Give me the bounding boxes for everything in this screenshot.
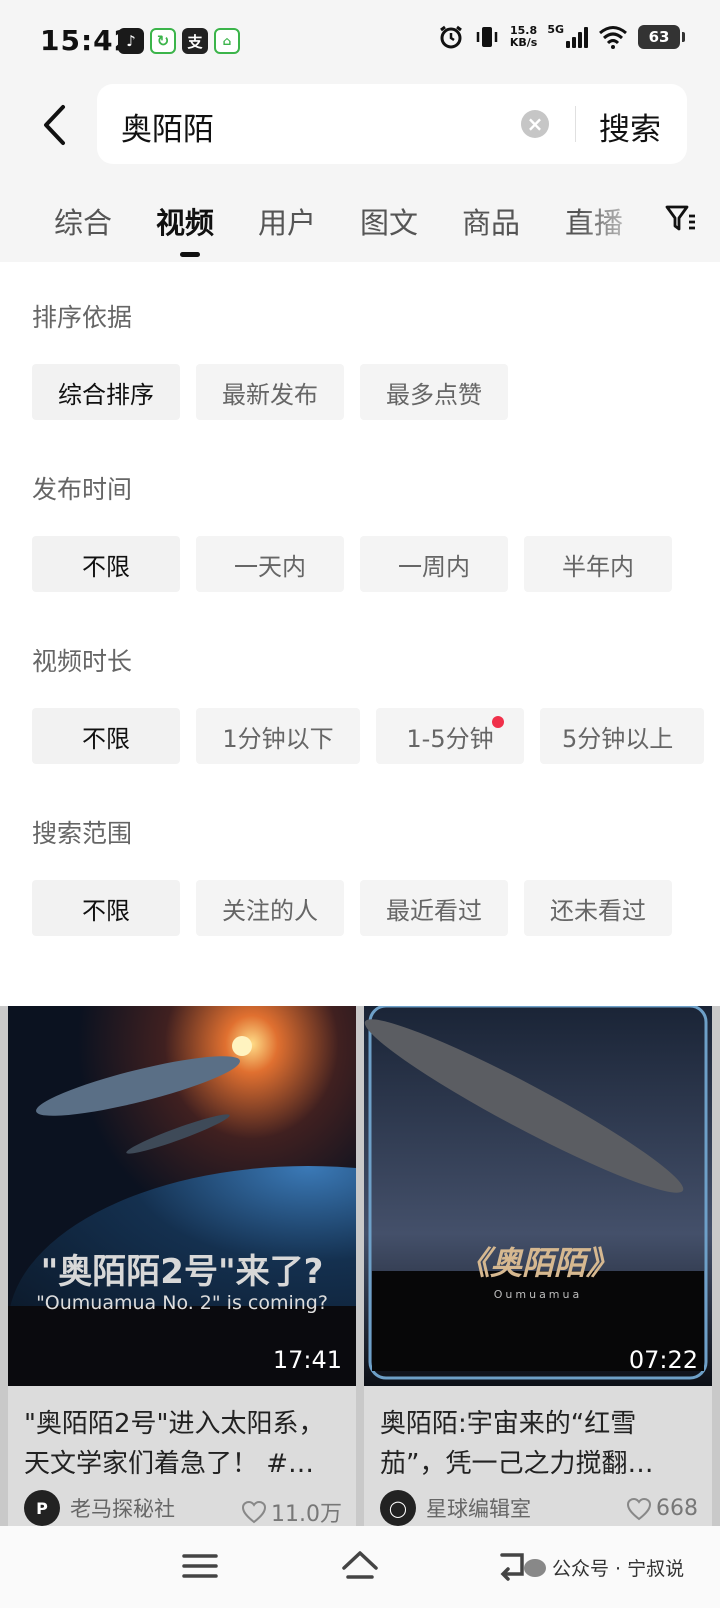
video-thumbnail[interactable]: "奥陌陌2号"来了? "Oumuamua No. 2" is coming? 1…: [8, 1006, 356, 1386]
tab-posts[interactable]: 图文: [360, 200, 418, 242]
back-arrow-icon: [44, 105, 65, 145]
vibrate-icon: [476, 27, 498, 47]
video-author[interactable]: P 老马探秘社: [24, 1490, 175, 1526]
search-query: 奥陌陌: [121, 112, 214, 148]
tab-comprehensive[interactable]: 综合: [54, 200, 112, 242]
tab-users[interactable]: 用户: [258, 200, 316, 242]
status-app-icons: ♪ ↻ 支 ⌂: [118, 28, 240, 54]
video-author[interactable]: ◯ 星球编辑室: [380, 1490, 531, 1526]
video-results: "奥陌陌2号"来了? "Oumuamua No. 2" is coming? 1…: [0, 1006, 720, 1526]
video-title[interactable]: 奥陌陌:宇宙来的“红雪茄”，凭一己之力搅翻…: [380, 1404, 696, 1484]
alarm-icon: [439, 25, 462, 49]
scope-title: 搜索范围: [32, 819, 133, 848]
system-nav-bar: 公众号 · 宁叔说: [0, 1526, 720, 1608]
author-avatar: P: [24, 1490, 60, 1526]
search-divider: [575, 106, 576, 142]
status-right: 15.8 KB/s 5G 63: [438, 22, 685, 50]
watermark: 公众号 · 宁叔说: [524, 1554, 684, 1581]
video-thumbnail[interactable]: 《奥陌陌》 Oumuamua 07:22: [364, 1006, 712, 1386]
sort-option-comprehensive[interactable]: 综合排序: [32, 364, 180, 420]
publish-time-title: 发布时间: [32, 475, 133, 504]
battery-indicator: 63: [638, 25, 685, 49]
author-name: 星球编辑室: [426, 1497, 531, 1521]
author-avatar: ◯: [380, 1490, 416, 1526]
scope-options: 不限 关注的人 最近看过 还未看过: [32, 880, 720, 936]
signal-icon: [566, 26, 588, 48]
alipay-app-icon: 支: [182, 28, 208, 54]
active-tab-indicator: [180, 252, 200, 257]
author-name: 老马探秘社: [70, 1497, 175, 1521]
scope-option-recently-viewed[interactable]: 最近看过: [360, 880, 508, 936]
recycle-app-icon: ↻: [150, 28, 176, 54]
wechat-icon: [524, 1558, 546, 1577]
duration-option-over-5min[interactable]: 5分钟以上: [540, 708, 704, 764]
status-bar: 15:42 ♪ ↻ 支 ⌂ 15.8 KB/s 5G 63: [0, 0, 720, 84]
like-count[interactable]: 11.0万: [241, 1496, 342, 1526]
like-count[interactable]: 668: [626, 1496, 698, 1521]
duration-option-1-5min-wrap: 1-5分钟: [376, 708, 524, 764]
search-row: 奥陌陌 × 搜索: [0, 84, 720, 172]
duration-options: 不限 1分钟以下 1-5分钟 5分钟以上: [32, 708, 720, 764]
clear-search-button[interactable]: ×: [521, 110, 549, 138]
home-icon[interactable]: [338, 1546, 382, 1586]
tab-video[interactable]: 视频: [156, 200, 214, 242]
thumbnail-subline: Oumuamua: [493, 1288, 583, 1301]
video-card[interactable]: "奥陌陌2号"来了? "Oumuamua No. 2" is coming? 1…: [8, 1006, 356, 1526]
time-option-any[interactable]: 不限: [32, 536, 180, 592]
video-card[interactable]: 《奥陌陌》 Oumuamua 07:22 奥陌陌:宇宙来的“红雪茄”，凭一己之力…: [364, 1006, 712, 1526]
search-button[interactable]: 搜索: [599, 104, 661, 149]
video-duration: 17:41: [272, 1346, 342, 1374]
thumbnail-subline: "Oumuamua No. 2" is coming?: [36, 1292, 328, 1314]
menu-icon[interactable]: [178, 1546, 222, 1586]
wifi-icon: [599, 26, 627, 49]
back-button[interactable]: [34, 98, 74, 152]
duration-option-any[interactable]: 不限: [32, 708, 180, 764]
scope-option-any[interactable]: 不限: [32, 880, 180, 936]
duration-title: 视频时长: [32, 647, 133, 676]
new-indicator-dot: [492, 716, 504, 728]
category-tabs: 综合 视频 用户 图文 商品 直播: [0, 190, 720, 266]
filter-panel: 排序依据 综合排序 最新发布 最多点赞 发布时间 不限 一天内 一周内 半年内 …: [0, 262, 720, 1006]
time-option-day[interactable]: 一天内: [196, 536, 344, 592]
home-app-icon: ⌂: [214, 28, 240, 54]
duration-option-under-1min[interactable]: 1分钟以下: [196, 708, 360, 764]
publish-time-options: 不限 一天内 一周内 半年内: [32, 536, 720, 592]
sort-option-latest[interactable]: 最新发布: [196, 364, 344, 420]
thumbnail-art: [8, 1006, 356, 1386]
heart-icon: [626, 1497, 652, 1520]
sort-title: 排序依据: [32, 303, 133, 332]
search-input[interactable]: 奥陌陌 × 搜索: [97, 84, 687, 164]
tiktok-app-icon: ♪: [118, 28, 144, 54]
filter-icon[interactable]: [664, 202, 698, 236]
sort-option-most-liked[interactable]: 最多点赞: [360, 364, 508, 420]
network-type: 5G: [547, 22, 564, 36]
tab-fade: [580, 190, 650, 250]
heart-icon: [241, 1500, 267, 1524]
thumbnail-headline: "奥陌陌2号"来了?: [40, 1252, 324, 1292]
thumbnail-art: [364, 1006, 712, 1386]
sort-options: 综合排序 最新发布 最多点赞: [32, 364, 720, 420]
video-title[interactable]: "奥陌陌2号"进入太阳系，天文学家们着急了！ #…: [24, 1404, 340, 1484]
network-speed: 15.8 KB/s: [509, 24, 538, 49]
time-option-half-year[interactable]: 半年内: [524, 536, 672, 592]
video-duration: 07:22: [628, 1346, 698, 1374]
tab-products[interactable]: 商品: [462, 200, 520, 242]
scope-option-not-viewed[interactable]: 还未看过: [524, 880, 672, 936]
time-option-week[interactable]: 一周内: [360, 536, 508, 592]
scope-option-following[interactable]: 关注的人: [196, 880, 344, 936]
thumbnail-headline: 《奥陌陌》: [457, 1244, 618, 1282]
